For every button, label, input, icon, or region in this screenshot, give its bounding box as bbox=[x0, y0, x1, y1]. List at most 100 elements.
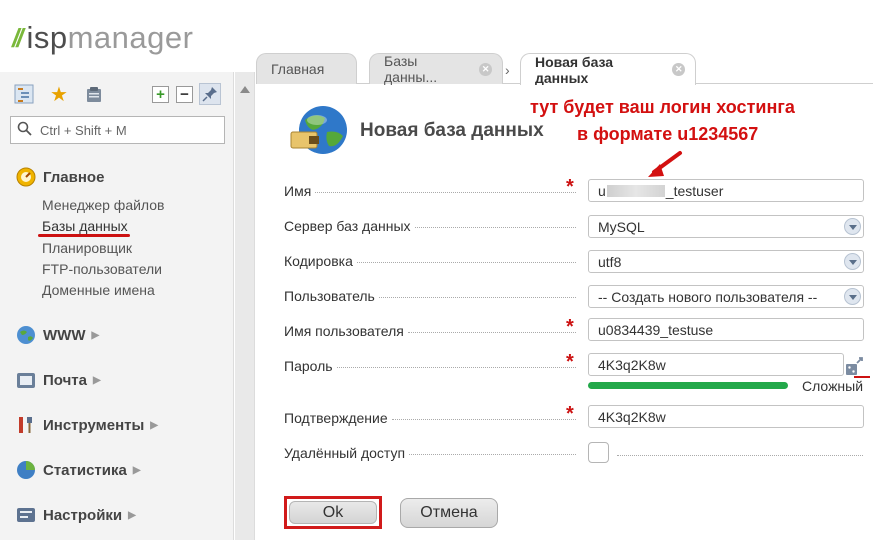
user-select[interactable]: -- Создать нового пользователя -- bbox=[588, 285, 864, 308]
sidebar-toolbar: ★ + − bbox=[13, 83, 225, 106]
sidebar-section-www[interactable]: WWW ▶ bbox=[16, 325, 99, 345]
menu-search[interactable] bbox=[10, 116, 225, 144]
password-strength-label: Сложный bbox=[802, 378, 864, 394]
required-marker: * bbox=[566, 176, 574, 198]
confirm-password-input[interactable]: 4K3q2K8w bbox=[588, 405, 864, 428]
tab-new-database[interactable]: Новая база данных ✕ bbox=[520, 53, 696, 86]
chevron-right-icon: ▶ bbox=[150, 419, 158, 431]
username-value: u0834439_testuse bbox=[598, 321, 714, 338]
encoding-value: utf8 bbox=[598, 253, 622, 270]
stats-icon bbox=[16, 460, 36, 480]
generate-password-icon[interactable] bbox=[845, 356, 865, 376]
confirm-label: Подтверждение bbox=[284, 410, 388, 426]
search-icon bbox=[17, 121, 32, 140]
sidebar-section-stats[interactable]: Статистика ▶ bbox=[16, 460, 141, 480]
user-label-row: Пользователь bbox=[284, 288, 576, 304]
annotation-line-1: тут будет ваш логин хостинга bbox=[530, 97, 795, 117]
confirm-value: 4K3q2K8w bbox=[598, 408, 666, 425]
tab-label: Главная bbox=[271, 61, 325, 77]
username-input[interactable]: u0834439_testuse bbox=[588, 318, 864, 341]
sidebar-section-tools[interactable]: Инструменты ▶ bbox=[16, 415, 158, 435]
pin-icon[interactable] bbox=[199, 83, 221, 105]
db-server-value: MySQL bbox=[598, 218, 645, 235]
server-label-row: Сервер баз данных bbox=[284, 218, 576, 234]
ok-button[interactable]: Ok bbox=[289, 501, 377, 524]
encoding-select[interactable]: utf8 bbox=[588, 250, 864, 273]
user-value: -- Создать нового пользователя -- bbox=[598, 288, 818, 305]
confirm-label-row: Подтверждение bbox=[284, 410, 576, 426]
name-label-row: Имя bbox=[284, 183, 576, 199]
chevron-right-icon: › bbox=[505, 62, 510, 78]
server-label: Сервер баз данных bbox=[284, 218, 411, 234]
sidebar-section-label: Почта bbox=[43, 371, 87, 389]
remote-label-row: Удалённый доступ bbox=[284, 445, 576, 461]
required-marker: * bbox=[566, 316, 574, 338]
expand-all-icon[interactable]: + bbox=[152, 86, 169, 103]
collapse-all-icon[interactable]: − bbox=[176, 86, 193, 103]
dashboard-icon bbox=[16, 167, 36, 187]
username-label: Имя пользователя bbox=[284, 323, 404, 339]
sidebar-section-mail[interactable]: Почта ▶ bbox=[16, 370, 101, 390]
password-value: 4K3q2K8w bbox=[598, 356, 666, 373]
sidebar-item-domains[interactable]: Доменные имена bbox=[42, 282, 155, 298]
ok-button-highlight: Ok bbox=[284, 496, 382, 529]
chevron-right-icon: ▶ bbox=[132, 464, 141, 476]
logo-manager: manager bbox=[67, 20, 194, 55]
chevron-down-icon[interactable] bbox=[844, 288, 861, 305]
required-marker: * bbox=[566, 351, 574, 373]
chevron-right-icon: ▶ bbox=[92, 374, 101, 386]
password-strength-bar bbox=[588, 382, 788, 389]
sidebar-section-label: Настройки bbox=[43, 506, 123, 524]
settings-icon bbox=[16, 505, 36, 525]
search-input[interactable] bbox=[40, 122, 220, 138]
redacted-login bbox=[606, 184, 665, 197]
user-label: Пользователь bbox=[284, 288, 375, 304]
dotted-leader bbox=[617, 455, 863, 456]
cancel-button[interactable]: Отмена bbox=[400, 498, 498, 528]
sidebar-section-label: WWW bbox=[43, 326, 86, 344]
collapse-up-icon[interactable] bbox=[240, 86, 250, 93]
chevron-right-icon: ▶ bbox=[128, 509, 136, 521]
db-name-suffix: _testuser bbox=[665, 182, 724, 199]
password-label-row: Пароль bbox=[284, 358, 576, 374]
close-icon[interactable]: ✕ bbox=[672, 63, 685, 76]
database-globe-icon bbox=[289, 102, 349, 158]
sidebar-section-settings[interactable]: Настройки ▶ bbox=[16, 505, 136, 525]
name-label: Имя bbox=[284, 183, 312, 199]
chevron-down-icon[interactable] bbox=[844, 218, 861, 235]
remote-access-checkbox[interactable] bbox=[588, 442, 609, 463]
mail-icon bbox=[16, 370, 36, 390]
sidebar-item-scheduler[interactable]: Планировщик bbox=[42, 240, 132, 256]
logo-isp: isp bbox=[26, 20, 68, 55]
sidebar-splitter[interactable] bbox=[235, 72, 255, 540]
password-input[interactable]: 4K3q2K8w bbox=[588, 353, 844, 376]
password-label: Пароль bbox=[284, 358, 333, 374]
annotation-arrow-icon bbox=[648, 151, 682, 177]
tab-label: Базы данны... bbox=[384, 53, 438, 85]
sidebar-section-label: Инструменты bbox=[43, 416, 145, 434]
db-name-input[interactable]: u _testuser bbox=[588, 179, 864, 202]
close-icon[interactable]: ✕ bbox=[479, 62, 492, 76]
tab-label: Новая база данных bbox=[535, 53, 614, 86]
db-server-select[interactable]: MySQL bbox=[588, 215, 864, 238]
tree-view-icon[interactable] bbox=[13, 83, 35, 105]
remote-access-label: Удалённый доступ bbox=[284, 445, 406, 461]
annotation-note: тут будет ваш логин хостинга в формате u… bbox=[530, 94, 840, 148]
username-label-row: Имя пользователя bbox=[284, 323, 576, 339]
chevron-down-icon[interactable] bbox=[844, 253, 861, 270]
logo-mark: // bbox=[12, 22, 24, 53]
favorites-star-icon[interactable]: ★ bbox=[48, 83, 70, 106]
sidebar-item-databases[interactable]: Базы данных bbox=[42, 218, 128, 234]
tab-bar: Главная Базы данны... ✕ › Новая база дан… bbox=[256, 50, 873, 86]
tab-home[interactable]: Главная bbox=[256, 53, 357, 84]
tab-databases[interactable]: Базы данны... ✕ bbox=[369, 53, 503, 85]
app-logo: // isp manager bbox=[12, 18, 193, 58]
sidebar: ★ + − Главное Менеджер файлов Базы данны… bbox=[0, 72, 234, 540]
sidebar-section-main[interactable]: Главное bbox=[16, 167, 104, 187]
globe-icon bbox=[16, 325, 36, 345]
encoding-label: Кодировка bbox=[284, 253, 353, 269]
tools-icon bbox=[16, 415, 36, 435]
sidebar-item-file-manager[interactable]: Менеджер файлов bbox=[42, 197, 165, 213]
clipboard-icon[interactable] bbox=[83, 83, 105, 105]
sidebar-item-ftp-users[interactable]: FTP-пользователи bbox=[42, 261, 162, 277]
